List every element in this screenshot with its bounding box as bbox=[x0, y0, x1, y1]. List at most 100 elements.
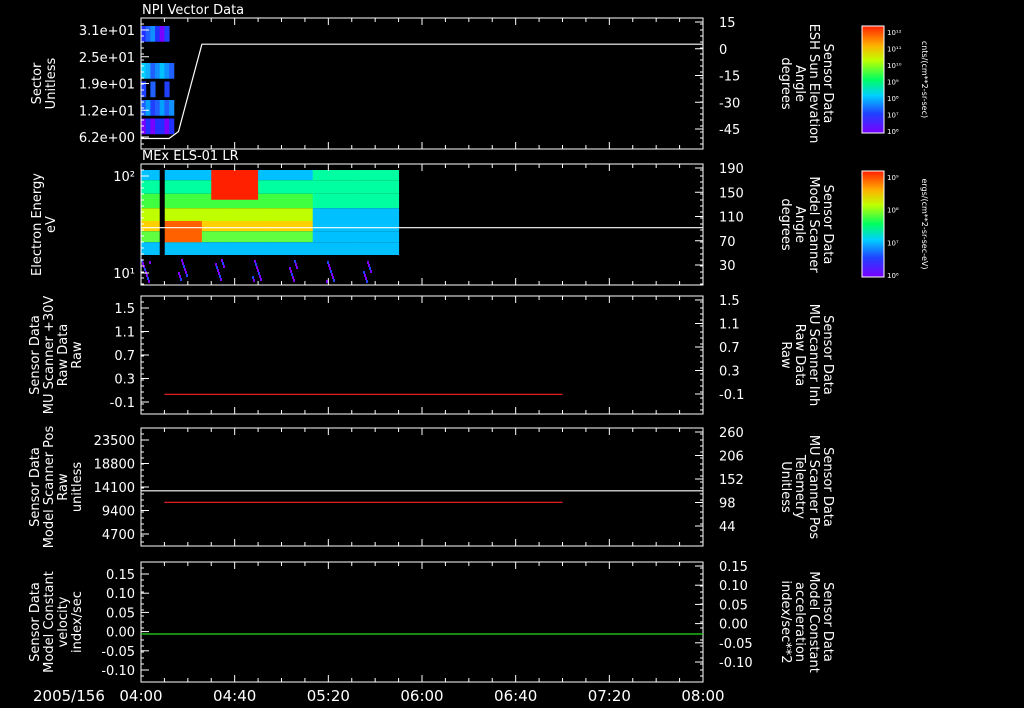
heat-cell bbox=[164, 26, 170, 42]
heat-noise bbox=[331, 273, 333, 276]
heat-band bbox=[226, 231, 271, 243]
y-axis-label: velocity bbox=[56, 596, 71, 647]
heat-cell bbox=[164, 118, 170, 135]
heat-noise bbox=[215, 263, 217, 266]
heat-noise bbox=[186, 274, 188, 277]
y-tick-label: 2.5e+01 bbox=[79, 51, 135, 66]
heat-noise bbox=[293, 279, 295, 282]
x-tick-label: 04:40 bbox=[213, 687, 256, 705]
right-y-axis-label: index/sec**2 bbox=[778, 580, 793, 663]
heat-noise bbox=[327, 261, 329, 264]
heat-noise bbox=[258, 272, 260, 275]
panel-title: NPI Vector Data bbox=[142, 3, 244, 18]
heat-noise bbox=[332, 276, 334, 279]
y-tick-label: -0.1 bbox=[110, 396, 135, 411]
x-tick-label: 07:20 bbox=[588, 687, 631, 705]
heat-noise bbox=[253, 279, 255, 282]
heat-noise bbox=[365, 277, 367, 280]
right-y-axis-label: Sensor Data bbox=[820, 447, 835, 527]
heat-cell bbox=[159, 118, 165, 135]
right-y-axis-label: Sensor Data bbox=[820, 44, 835, 124]
heat-band bbox=[269, 193, 314, 209]
heat-cell bbox=[155, 63, 161, 79]
right-y-tick-label: 0 bbox=[719, 43, 727, 58]
heat-hotspot bbox=[211, 170, 259, 200]
right-y-axis-label: Raw Data bbox=[792, 324, 807, 387]
right-y-tick-label: 190 bbox=[719, 162, 744, 177]
right-y-tick-label: 0.3 bbox=[719, 365, 740, 380]
heat-noise bbox=[216, 266, 218, 269]
right-y-tick-label: 0.7 bbox=[719, 341, 740, 356]
heat-noise bbox=[257, 269, 259, 272]
colorbar-tick: 10¹² bbox=[887, 29, 902, 37]
heat-band bbox=[183, 208, 228, 221]
heat-hotspot bbox=[164, 221, 202, 243]
heat-band bbox=[355, 193, 400, 209]
heat-noise bbox=[217, 269, 219, 272]
y-axis-label: unitless bbox=[70, 462, 85, 513]
y-axis-label: Raw bbox=[56, 473, 71, 501]
panel-frame bbox=[140, 295, 704, 415]
heat-noise bbox=[364, 274, 366, 277]
heat-noise bbox=[254, 260, 256, 263]
heat-cell bbox=[159, 100, 165, 116]
right-y-tick-label: 15 bbox=[719, 16, 736, 31]
colorbar bbox=[861, 25, 885, 134]
right-y-axis-label: Model Scanner bbox=[806, 176, 821, 273]
heat-noise bbox=[183, 265, 185, 268]
heat-band bbox=[269, 221, 314, 232]
colorbar-tick: 10¹¹ bbox=[887, 46, 902, 54]
right-y-axis-label: Angle bbox=[792, 65, 807, 102]
right-y-tick-label: 0.10 bbox=[719, 579, 748, 594]
heat-noise bbox=[147, 277, 149, 280]
y-axis-label: Electron Energy bbox=[30, 173, 45, 276]
y-tick-label: 0.10 bbox=[106, 587, 135, 602]
heat-noise bbox=[184, 268, 186, 271]
colorbar bbox=[861, 170, 885, 278]
heat-cell bbox=[164, 100, 170, 116]
heat-gap bbox=[159, 170, 165, 273]
y-tick-label: 6.2e+00 bbox=[79, 131, 135, 146]
colorbar-label: NF bbox=[867, 17, 879, 26]
right-y-axis-label: Angle bbox=[792, 206, 807, 243]
heat-band bbox=[312, 193, 357, 209]
right-y-tick-label: 70 bbox=[719, 235, 736, 250]
heat-band bbox=[312, 242, 357, 255]
right-y-tick-label: -15 bbox=[719, 70, 740, 85]
heat-cell bbox=[145, 100, 151, 116]
y-tick-label: 18800 bbox=[94, 458, 135, 473]
heat-cell bbox=[159, 63, 165, 79]
axes-layer bbox=[140, 17, 885, 683]
heat-noise bbox=[221, 259, 223, 262]
heat-noise bbox=[329, 267, 331, 270]
y-tick-label: -0.10 bbox=[101, 664, 135, 679]
right-y-tick-label: -0.05 bbox=[719, 637, 753, 652]
heat-noise bbox=[326, 280, 328, 283]
heat-band bbox=[355, 242, 400, 255]
panel-frame bbox=[140, 17, 704, 150]
y-tick-label: 0.00 bbox=[106, 626, 135, 641]
heat-cell bbox=[150, 63, 156, 79]
y-tick-label: 0.15 bbox=[106, 568, 135, 583]
heat-noise bbox=[220, 278, 222, 281]
heat-cell bbox=[155, 100, 161, 116]
heat-cell bbox=[141, 63, 147, 79]
y-tick-label: 1.9e+01 bbox=[79, 78, 135, 93]
y-tick-label: 1.1 bbox=[114, 326, 135, 341]
heat-noise bbox=[149, 261, 151, 264]
y-axis-label: Model Constant bbox=[42, 571, 57, 673]
heat-band bbox=[312, 180, 357, 194]
heat-band bbox=[355, 221, 400, 232]
y-tick-label: 0.7 bbox=[114, 349, 135, 364]
heat-cell bbox=[155, 118, 161, 135]
right-y-axis-label: Sensor Data bbox=[820, 582, 835, 662]
y-axis-label: Sensor Data bbox=[28, 447, 43, 527]
heat-cell bbox=[145, 118, 151, 135]
heat-noise bbox=[368, 264, 370, 267]
heat-band bbox=[183, 242, 228, 255]
heat-band bbox=[355, 170, 400, 181]
right-y-tick-label: 150 bbox=[719, 186, 744, 201]
heat-noise bbox=[289, 267, 291, 270]
heat-noise bbox=[367, 261, 369, 264]
right-y-tick-label: 44 bbox=[719, 520, 736, 535]
